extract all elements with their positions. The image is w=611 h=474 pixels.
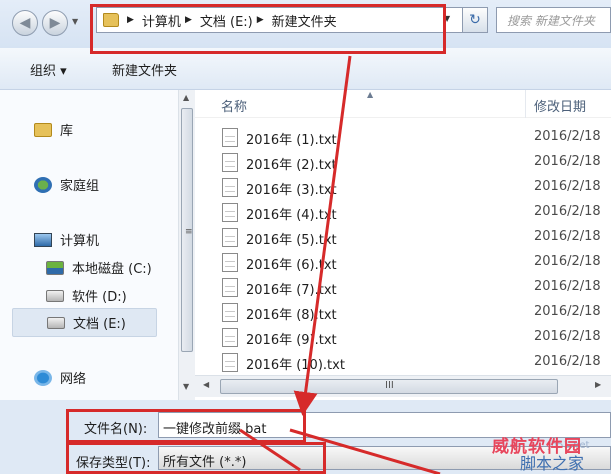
arrow-line — [289, 428, 441, 474]
arrow-line — [293, 55, 352, 416]
watermark-subtitle: 脚本之家 — [520, 454, 585, 473]
annotation-arrows — [239, 55, 441, 474]
arrow-line — [239, 428, 301, 472]
